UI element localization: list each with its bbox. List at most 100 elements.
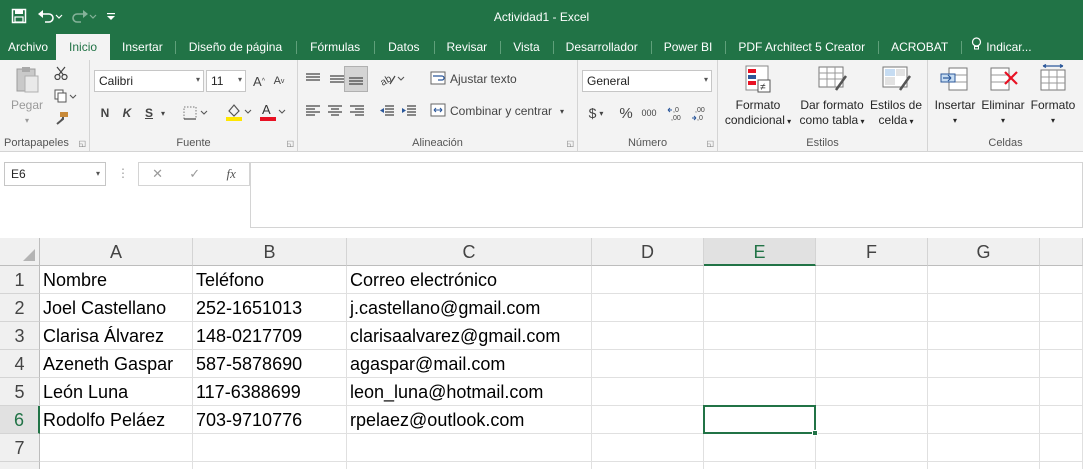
table-cell[interactable] — [704, 434, 816, 462]
table-cell[interactable] — [928, 378, 1040, 406]
table-cell[interactable] — [592, 406, 704, 434]
dialog-launcher-icon[interactable]: ◱ — [286, 139, 294, 148]
align-left-icon[interactable] — [302, 100, 324, 122]
currency-button[interactable]: $ ▾ — [582, 102, 610, 124]
table-cell[interactable] — [704, 350, 816, 378]
table-cell[interactable] — [816, 294, 928, 322]
increase-font-size-icon[interactable]: A ^ — [250, 70, 268, 92]
tab-acrobat[interactable]: ACROBAT — [878, 34, 961, 60]
enter-icon[interactable]: ✓ — [189, 166, 200, 182]
row-header[interactable] — [0, 462, 40, 469]
font-color-icon[interactable]: A — [258, 100, 288, 124]
table-cell[interactable]: 703-9710776 — [193, 406, 347, 434]
table-cell[interactable] — [1040, 406, 1083, 434]
table-cell[interactable] — [592, 350, 704, 378]
table-cell[interactable]: Joel Castellano — [40, 294, 193, 322]
insert-cells-button[interactable]: Insertar ▾ — [930, 64, 980, 128]
tab-desarrollador[interactable]: Desarrollador — [552, 34, 651, 60]
table-cell[interactable] — [704, 266, 816, 294]
tab-insertar[interactable]: Insertar — [110, 34, 175, 60]
table-cell[interactable]: 117-6388699 — [193, 378, 347, 406]
table-cell[interactable]: Correo electrónico — [347, 266, 592, 294]
align-right-icon[interactable] — [346, 100, 368, 122]
increase-decimal-icon[interactable]: ,0,00 — [666, 102, 688, 124]
table-cell[interactable] — [816, 322, 928, 350]
table-cell[interactable] — [928, 434, 1040, 462]
table-cell[interactable] — [1040, 294, 1083, 322]
column-header[interactable]: A — [40, 238, 193, 266]
table-cell[interactable] — [1040, 322, 1083, 350]
table-cell[interactable] — [1040, 462, 1083, 469]
table-cell[interactable] — [592, 434, 704, 462]
tab-power-bi[interactable]: Power BI — [650, 34, 726, 60]
format-painter-icon[interactable] — [52, 110, 70, 128]
align-top-icon[interactable] — [302, 68, 324, 90]
column-header[interactable] — [1040, 238, 1083, 266]
font-size-select[interactable]: 11 ▾ — [206, 70, 246, 92]
align-center-icon[interactable] — [324, 100, 346, 122]
conditional-format-button[interactable]: ≠ Formato condicional ▾ — [722, 64, 794, 129]
tab-archivo[interactable]: Archivo — [0, 34, 56, 60]
merge-center-button[interactable]: Combinar y centrar ▾ — [430, 100, 570, 122]
table-cell[interactable] — [928, 350, 1040, 378]
table-cell[interactable] — [592, 378, 704, 406]
percent-button[interactable]: % — [616, 102, 636, 124]
borders-icon[interactable] — [182, 102, 212, 124]
insert-function-button[interactable]: fx — [226, 166, 235, 182]
table-cell[interactable] — [347, 462, 592, 469]
table-cell[interactable] — [193, 434, 347, 462]
column-header[interactable]: B — [193, 238, 347, 266]
table-cell[interactable]: Teléfono — [193, 266, 347, 294]
table-cell[interactable] — [40, 462, 193, 469]
table-cell[interactable] — [928, 462, 1040, 469]
column-header[interactable]: D — [592, 238, 704, 266]
select-all-button[interactable] — [0, 238, 40, 266]
copy-icon[interactable] — [52, 87, 80, 105]
row-header[interactable]: 4 — [0, 350, 40, 378]
table-cell[interactable] — [928, 406, 1040, 434]
table-cell[interactable]: 252-1651013 — [193, 294, 347, 322]
table-cell[interactable]: leon_luna@hotmail.com — [347, 378, 592, 406]
table-cell[interactable] — [704, 378, 816, 406]
table-cell[interactable]: Azeneth Gaspar — [40, 350, 193, 378]
table-cell[interactable]: clarisaalvarez@gmail.com — [347, 322, 592, 350]
name-box[interactable]: E6 ▾ — [4, 162, 106, 186]
fill-handle[interactable] — [812, 430, 818, 436]
table-cell[interactable] — [1040, 350, 1083, 378]
table-cell[interactable] — [592, 322, 704, 350]
font-name-select[interactable]: Calibri ▾ — [94, 70, 204, 92]
tell-me-box[interactable]: Indicar... — [961, 34, 1041, 60]
paste-button[interactable]: Pegar ▾ — [6, 64, 48, 128]
underline-dropdown-icon[interactable]: ▾ — [158, 102, 168, 124]
dialog-launcher-icon[interactable]: ◱ — [78, 139, 86, 148]
table-cell[interactable] — [592, 462, 704, 469]
table-cell[interactable] — [704, 462, 816, 469]
row-header[interactable]: 1 — [0, 266, 40, 294]
table-cell[interactable] — [592, 294, 704, 322]
table-cell[interactable] — [928, 266, 1040, 294]
column-header[interactable]: E — [704, 238, 816, 266]
decrease-decimal-icon[interactable]: ,00,0 — [690, 102, 712, 124]
table-cell[interactable] — [592, 266, 704, 294]
table-cell[interactable] — [816, 406, 928, 434]
fill-color-icon[interactable] — [224, 100, 254, 124]
number-format-select[interactable]: General ▾ — [582, 70, 712, 92]
dialog-launcher-icon[interactable]: ◱ — [706, 139, 714, 148]
table-cell[interactable] — [1040, 378, 1083, 406]
row-header[interactable]: 3 — [0, 322, 40, 350]
tab-pdf-architect[interactable]: PDF Architect 5 Creator — [725, 34, 878, 60]
row-header[interactable]: 6 — [0, 406, 40, 434]
cut-icon[interactable] — [52, 64, 70, 82]
align-bottom-icon[interactable] — [344, 66, 368, 92]
tab-revisar[interactable]: Revisar — [433, 34, 501, 60]
column-header[interactable]: G — [928, 238, 1040, 266]
table-cell[interactable] — [40, 434, 193, 462]
decrease-indent-icon[interactable] — [376, 100, 398, 122]
italic-button[interactable]: K — [118, 102, 136, 124]
table-cell[interactable] — [816, 350, 928, 378]
table-cell[interactable]: León Luna — [40, 378, 193, 406]
underline-button[interactable]: S — [140, 102, 158, 124]
table-cell[interactable] — [1040, 266, 1083, 294]
row-header[interactable]: 2 — [0, 294, 40, 322]
formula-input[interactable] — [250, 162, 1083, 228]
